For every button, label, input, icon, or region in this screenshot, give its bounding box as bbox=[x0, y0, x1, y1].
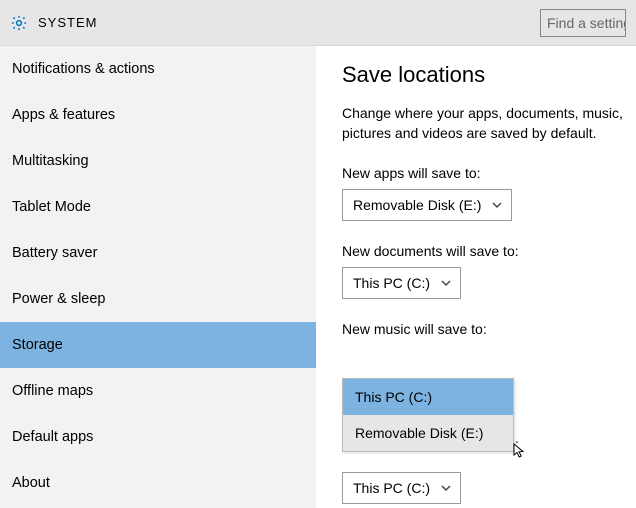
sidebar-item-power-sleep[interactable]: Power & sleep bbox=[0, 276, 316, 322]
sidebar-item-about[interactable]: About bbox=[0, 460, 316, 506]
chevron-down-icon bbox=[440, 277, 452, 289]
apps-save-dropdown[interactable]: Removable Disk (E:) bbox=[342, 189, 512, 221]
sidebar-item-label: Notifications & actions bbox=[12, 61, 155, 77]
gear-icon bbox=[10, 14, 28, 32]
page-title: Save locations bbox=[342, 62, 636, 88]
sidebar-item-label: About bbox=[12, 475, 50, 491]
below-save-dropdown[interactable]: This PC (C:) bbox=[342, 472, 461, 504]
dropdown-value: Removable Disk (E:) bbox=[353, 197, 481, 213]
dropdown-value: This PC (C:) bbox=[353, 480, 430, 496]
music-save-label: New music will save to: bbox=[342, 321, 636, 337]
main-panel: Save locations Change where your apps, d… bbox=[316, 46, 636, 508]
sidebar-item-label: Tablet Mode bbox=[12, 199, 91, 215]
sidebar-item-label: Battery saver bbox=[12, 245, 97, 261]
music-save-dropdown-popup: This PC (C:) Removable Disk (E:) bbox=[342, 378, 514, 452]
sidebar-item-tablet-mode[interactable]: Tablet Mode bbox=[0, 184, 316, 230]
documents-save-label: New documents will save to: bbox=[342, 243, 636, 259]
content-area: Notifications & actions Apps & features … bbox=[0, 46, 636, 508]
dropdown-value: This PC (C:) bbox=[353, 275, 430, 291]
sidebar-item-label: Power & sleep bbox=[12, 291, 106, 307]
sidebar-item-storage[interactable]: Storage bbox=[0, 322, 316, 368]
sidebar-item-default-apps[interactable]: Default apps bbox=[0, 414, 316, 460]
chevron-down-icon bbox=[491, 199, 503, 211]
apps-save-label: New apps will save to: bbox=[342, 165, 636, 181]
sidebar-item-battery-saver[interactable]: Battery saver bbox=[0, 230, 316, 276]
sidebar-item-label: Apps & features bbox=[12, 107, 115, 123]
sidebar-item-offline-maps[interactable]: Offline maps bbox=[0, 368, 316, 414]
sidebar-item-notifications[interactable]: Notifications & actions bbox=[0, 46, 316, 92]
sidebar-item-multitasking[interactable]: Multitasking bbox=[0, 138, 316, 184]
sidebar-item-label: Default apps bbox=[12, 429, 93, 445]
chevron-down-icon bbox=[440, 482, 452, 494]
app-title: SYSTEM bbox=[38, 15, 97, 30]
sidebar-item-label: Offline maps bbox=[12, 383, 93, 399]
documents-save-dropdown[interactable]: This PC (C:) bbox=[342, 267, 461, 299]
dropdown-option-this-pc[interactable]: This PC (C:) bbox=[343, 379, 513, 415]
sidebar-item-label: Storage bbox=[12, 337, 63, 353]
sidebar-item-label: Multitasking bbox=[12, 153, 89, 169]
search-input[interactable]: Find a setting bbox=[540, 9, 626, 37]
sidebar: Notifications & actions Apps & features … bbox=[0, 46, 316, 508]
page-description: Change where your apps, documents, music… bbox=[342, 104, 636, 143]
option-label: This PC (C:) bbox=[355, 389, 432, 405]
option-label: Removable Disk (E:) bbox=[355, 425, 483, 441]
header-bar: SYSTEM Find a setting bbox=[0, 0, 636, 46]
mouse-cursor-icon bbox=[512, 443, 528, 459]
dropdown-option-removable-disk[interactable]: Removable Disk (E:) bbox=[343, 415, 513, 451]
sidebar-item-apps-features[interactable]: Apps & features bbox=[0, 92, 316, 138]
